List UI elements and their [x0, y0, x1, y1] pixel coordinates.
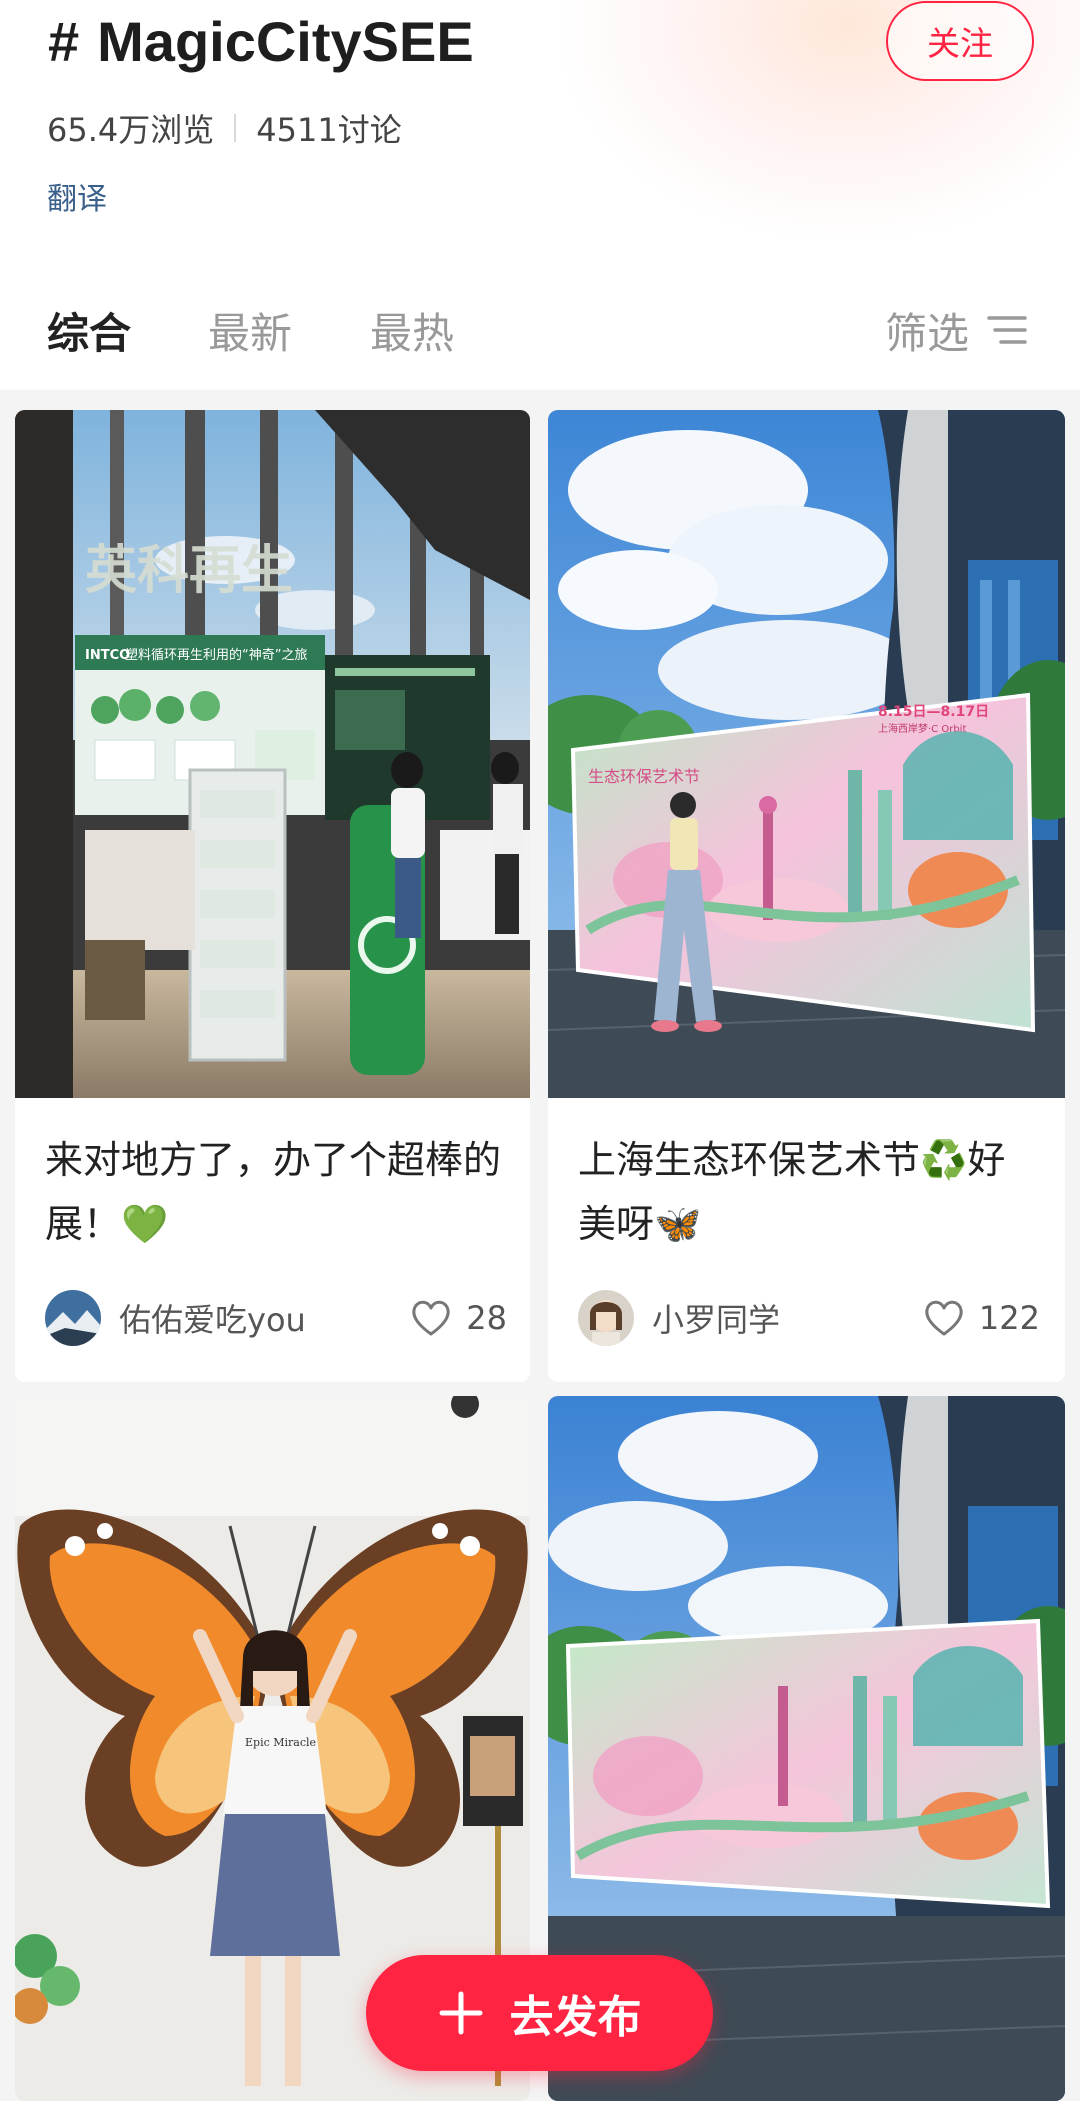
board-title-text: 生态环保艺术节	[588, 767, 700, 786]
tab-latest[interactable]: 最新	[208, 290, 292, 370]
post-footer: 小罗同学 122	[578, 1288, 1040, 1348]
like-button[interactable]: 122	[923, 1288, 1040, 1348]
discussion-count: 4511讨论	[256, 111, 402, 149]
publish-label: 去发布	[509, 1992, 642, 2043]
heart-icon	[412, 1300, 450, 1336]
post-card[interactable]: 8.15日—8.17日 上海西岸梦·C Orbit 生态环保艺术节 上海生态环保…	[548, 410, 1065, 1382]
heart-icon	[925, 1300, 963, 1336]
post-image-exhibition-booth[interactable]: 英科再生 INTCO 塑料循环再生利用的“神奇”之旅	[15, 410, 530, 1098]
shirt-text: Epic Miracle	[245, 1736, 316, 1749]
filter-button[interactable]: 筛选	[885, 290, 1027, 370]
like-count: 28	[466, 1299, 507, 1337]
filter-lines-icon	[987, 316, 1027, 344]
post-title[interactable]: 来对地方了，办了个超棒的展！💚	[45, 1128, 505, 1256]
booth-sign-text: 英科再生	[85, 541, 293, 601]
post-card[interactable]: 英科再生 INTCO 塑料循环再生利用的“神奇”之旅 来对地方了，办了个超棒的展…	[15, 410, 530, 1382]
plus-icon	[439, 1991, 482, 2035]
translate-link[interactable]: 翻译	[47, 174, 107, 218]
filter-label: 筛选	[885, 308, 970, 358]
topic-stats: 65.4万浏览 4511讨论	[47, 104, 402, 152]
view-count: 65.4万浏览	[47, 111, 215, 149]
author-name[interactable]: 小罗同学	[652, 1288, 780, 1348]
topic-title: # MagicCitySEE	[48, 6, 474, 76]
author-name[interactable]: 佑佑爱吃you	[119, 1288, 306, 1348]
topic-name: MagicCitySEE	[97, 9, 474, 73]
post-title[interactable]: 上海生态环保艺术节♻️好美呀🦋	[578, 1128, 1038, 1256]
stats-divider	[234, 114, 237, 142]
like-count: 122	[978, 1299, 1040, 1337]
post-image-art-festival-board[interactable]: 8.15日—8.17日 上海西岸梦·C Orbit 生态环保艺术节	[548, 410, 1065, 1098]
hashtag-icon: #	[48, 9, 80, 73]
feed-tabs: 综合 最新 最热 筛选	[0, 290, 1080, 370]
booth-banner-text: 塑料循环再生利用的“神奇”之旅	[125, 647, 307, 663]
tab-hottest[interactable]: 最热	[370, 290, 454, 370]
booth-brand-text: INTCO	[85, 648, 130, 663]
avatar[interactable]	[578, 1290, 634, 1346]
follow-button[interactable]: 关注	[886, 1, 1034, 81]
publish-button[interactable]: 去发布	[366, 1955, 713, 2071]
like-button[interactable]: 28	[410, 1288, 507, 1348]
topic-header: # MagicCitySEE 关注 65.4万浏览 4511讨论 翻译 综合 最…	[0, 0, 1080, 390]
post-footer: 佑佑爱吃you 28	[45, 1288, 507, 1348]
board-date-text: 8.15日—8.17日	[878, 704, 989, 720]
tab-comprehensive[interactable]: 综合	[47, 290, 131, 370]
avatar[interactable]	[45, 1290, 101, 1346]
